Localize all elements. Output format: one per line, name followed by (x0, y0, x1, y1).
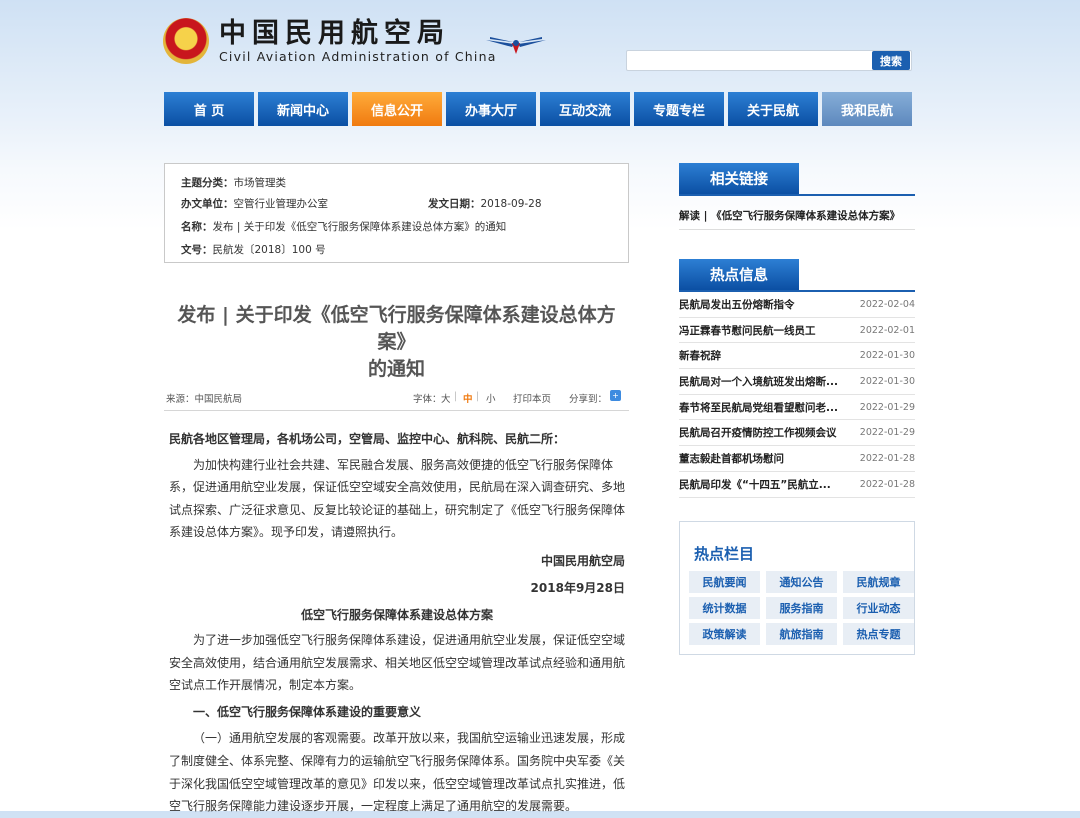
meta-dept: 办文单位：空管行业管理办公室 (181, 198, 328, 210)
nav-info-disclosure[interactable]: 信息公开 (352, 92, 442, 126)
logo-title-cn: 中国民用航空局 (219, 18, 450, 49)
hot-item[interactable]: 春节将至民航局党组看望慰问老... 2022-01-29 (679, 395, 915, 421)
main-nav: 首 页 新闻中心 信息公开 办事大厅 互动交流 专题专栏 关于民航 我和民航 (164, 92, 912, 126)
hot-item[interactable]: 民航局召开疫情防控工作视频会议 2022-01-29 (679, 420, 915, 447)
column-link[interactable]: 通知公告 (766, 571, 837, 593)
hot-columns-title: 热点栏目 (694, 545, 755, 563)
nav-news[interactable]: 新闻中心 (258, 92, 348, 126)
hot-item[interactable]: 新春祝辞 2022-01-30 (679, 343, 915, 370)
article-section-heading: 一、低空飞行服务保障体系建设的重要意义 (193, 704, 422, 719)
column-link[interactable]: 政策解读 (689, 623, 760, 645)
nav-home[interactable]: 首 页 (164, 92, 254, 126)
article-signature: 中国民用航空局 (540, 553, 625, 568)
font-medium-button[interactable]: 中 (463, 391, 473, 405)
meta-topic: 主题分类：市场管理类 (181, 177, 286, 189)
hot-item[interactable]: 民航局对一个入境航班发出熔断... 2022-01-30 (679, 369, 915, 395)
column-link[interactable]: 民航规章 (843, 571, 914, 593)
share-label: 分享到： (569, 394, 608, 405)
font-size-label: 字体： (413, 394, 442, 405)
hot-item[interactable]: 董志毅赴首都机场慰问 2022-01-28 (679, 446, 915, 472)
article-title: 发布 | 关于印发《低空飞行服务保障体系建设总体方案》 的通知 (177, 304, 616, 380)
meta-doc-number: 文号：民航发〔2018〕100 号 (181, 244, 326, 256)
hot-columns-panel: 热点栏目 民航要闻 通知公告 民航规章 统计数据 服务指南 行业动态 政策解读 … (679, 521, 915, 655)
related-links-title: 相关链接 (679, 163, 799, 194)
hot-item[interactable]: 民航局印发《“十四五”民航立... 2022-01-28 (679, 472, 915, 498)
search-input[interactable] (626, 50, 912, 71)
font-large-button[interactable]: 大 (441, 391, 451, 405)
hot-info-title: 热点信息 (679, 259, 799, 290)
nav-about[interactable]: 关于民航 (728, 92, 818, 126)
column-link[interactable]: 热点专题 (843, 623, 914, 645)
related-links-panel: 相关链接 解读 | 《低空飞行服务保障体系建设总体方案》 (679, 163, 915, 230)
font-small-button[interactable]: 小 (486, 391, 496, 405)
article-body: 民航各地区管理局，各机场公司，空管局、监控中心、航科院、民航二所： 为加快构建行… (169, 428, 625, 818)
article-paragraph: 为加快构建行业社会共建、军民融合发展、服务高效便捷的低空飞行服务保障体系，促进通… (169, 457, 626, 540)
print-button[interactable]: 打印本页 (513, 391, 551, 405)
site-logo[interactable]: 中国民用航空局 Civil Aviation Administration of… (163, 18, 497, 64)
hot-item[interactable]: 冯正霖春节慰问民航一线员工 2022-02-01 (679, 318, 915, 344)
article-subtitle: 低空飞行服务保障体系建设总体方案 (300, 607, 493, 622)
related-link-item[interactable]: 解读 | 《低空飞行服务保障体系建设总体方案》 (679, 196, 915, 230)
meta-name: 名称：发布 | 关于印发《低空飞行服务保障体系建设总体方案》的通知 (181, 221, 507, 233)
article-date: 2018年9月28日 (530, 580, 625, 595)
article-paragraph: （一）通用航空发展的客观需要。改革开放以来，我国航空运输业迅速发展，形成了制度健… (169, 731, 626, 814)
meta-date: 发文日期：2018-09-28 (428, 198, 542, 210)
search-button[interactable]: 搜索 (872, 51, 910, 70)
nav-topics[interactable]: 专题专栏 (634, 92, 724, 126)
search-bar: 搜索 (626, 49, 912, 72)
share-plus-icon[interactable]: + (610, 390, 621, 401)
document-meta-box: 主题分类：市场管理类 办文单位：空管行业管理办公室 发文日期：2018-09-2… (164, 163, 629, 263)
nav-me-and-caac[interactable]: 我和民航 (822, 92, 912, 126)
column-link[interactable]: 服务指南 (766, 597, 837, 619)
column-link[interactable]: 统计数据 (689, 597, 760, 619)
article-source: 来源：中国民航局 (166, 394, 243, 405)
hot-item[interactable]: 民航局发出五份熔断指令 2022-02-04 (679, 292, 915, 318)
hot-info-panel: 热点信息 民航局发出五份熔断指令 2022-02-04 冯正霖春节慰问民航一线员工… (679, 259, 915, 498)
article-paragraph: 为了进一步加强低空飞行服务保障体系建设，促进通用航空业发展，保证低空空域安全高效… (169, 632, 626, 693)
logo-title-en: Civil Aviation Administration of China (219, 49, 497, 64)
column-link[interactable]: 民航要闻 (689, 571, 760, 593)
article-toolbar: 来源：中国民航局 字体： 大 | 中 | 小 打印本页 分享到： + (164, 384, 629, 411)
column-link[interactable]: 航旅指南 (766, 623, 837, 645)
caac-wings-icon (486, 37, 546, 54)
column-link[interactable]: 行业动态 (843, 597, 914, 619)
national-emblem-icon (163, 18, 209, 64)
nav-service-hall[interactable]: 办事大厅 (446, 92, 536, 126)
article-salutation: 民航各地区管理局，各机场公司，空管局、监控中心、航科院、民航二所： (169, 432, 566, 446)
nav-interaction[interactable]: 互动交流 (540, 92, 630, 126)
